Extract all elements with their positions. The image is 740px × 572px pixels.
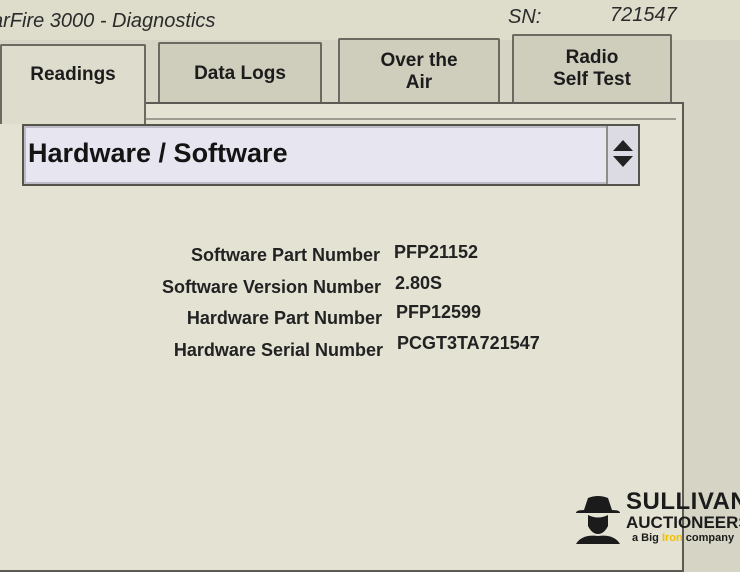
watermark-tagline: a Big Iron company bbox=[632, 532, 734, 544]
software-part-number-label: Software Part Number bbox=[190, 245, 380, 265]
hardware-serial-number-label: Hardware Serial Number bbox=[173, 340, 383, 360]
software-part-number-value: PFP21152 bbox=[394, 242, 479, 262]
tab-over-the-air-label: Over the Air bbox=[380, 50, 458, 93]
dropdown-spinner[interactable] bbox=[606, 126, 638, 184]
tagline-suffix: company bbox=[682, 532, 735, 544]
hardware-serial-number-value: PCGT3TA721547 bbox=[397, 333, 540, 353]
serial-number-label: SN: bbox=[508, 6, 542, 28]
tab-readings-label: Readings bbox=[30, 64, 116, 85]
arrow-down-icon bbox=[613, 156, 633, 167]
tab-over-the-air[interactable]: Over the Air bbox=[338, 38, 500, 104]
tab-data-logs[interactable]: Data Logs bbox=[158, 42, 322, 104]
tab-radio-self-test-label: Radio Self Test bbox=[553, 47, 631, 90]
watermark-sullivan: SULLIVAN bbox=[626, 488, 740, 515]
tab-data-logs-label: Data Logs bbox=[194, 63, 286, 84]
arrow-up-icon bbox=[613, 140, 633, 151]
software-version-number-label: Software Version Number bbox=[161, 277, 381, 297]
watermark-auctioneers: AUCTIONEERS bbox=[626, 513, 740, 532]
hardware-part-number-label: Hardware Part Number bbox=[186, 308, 382, 328]
tab-radio-self-test[interactable]: Radio Self Test bbox=[512, 34, 672, 102]
tab-readings[interactable]: Readings bbox=[0, 44, 146, 124]
tagline-prefix: a Big bbox=[632, 532, 662, 544]
dropdown-selected-value: Hardware / Software bbox=[28, 138, 288, 168]
cowboy-silhouette-icon bbox=[576, 496, 620, 544]
tagline-iron: Iron bbox=[661, 532, 683, 544]
serial-number-value: 721547 bbox=[610, 4, 677, 26]
category-dropdown[interactable]: Hardware / Software bbox=[22, 124, 640, 186]
hardware-part-number-value: PFP12599 bbox=[396, 302, 482, 322]
window-title: arFire 3000 - Diagnostics bbox=[0, 10, 216, 32]
software-version-number-value: 2.80S bbox=[395, 273, 443, 293]
